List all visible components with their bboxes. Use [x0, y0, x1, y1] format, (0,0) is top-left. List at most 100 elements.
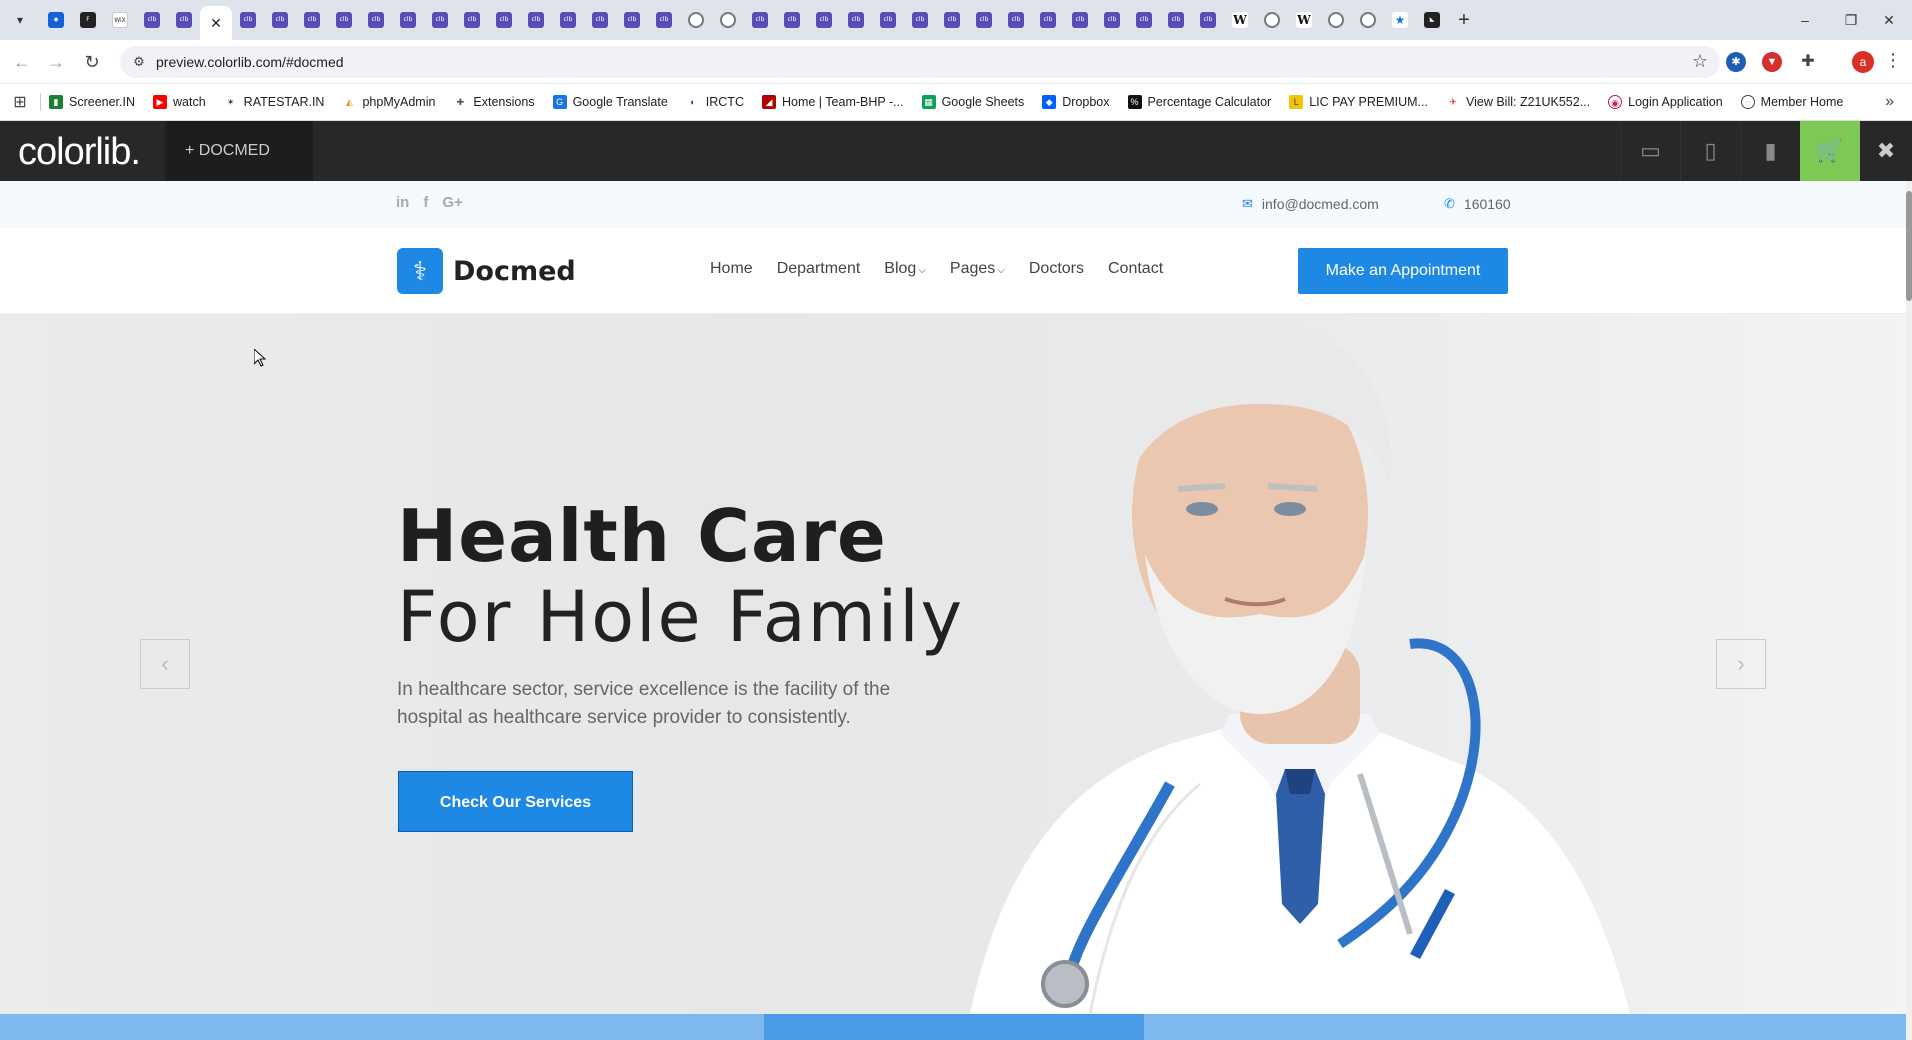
extensions-puzzle-icon[interactable]: ✚	[1798, 52, 1818, 72]
tab[interactable]: clb	[168, 6, 200, 34]
tab[interactable]: clb	[456, 6, 488, 34]
new-tab-button[interactable]: +	[1448, 6, 1480, 34]
tab[interactable]	[1352, 6, 1384, 34]
nav-doctors[interactable]: Doctors	[1029, 260, 1084, 278]
nav-pages[interactable]: Pages ⌵	[950, 260, 1005, 278]
tab[interactable]	[1320, 6, 1352, 34]
site-info-icon[interactable]: ⚙	[130, 53, 148, 71]
tab[interactable]: WiX	[104, 6, 136, 34]
bookmark-irctc[interactable]: ◐ IRCTC	[685, 95, 744, 109]
tab[interactable]	[1256, 6, 1288, 34]
tab[interactable]: ◆	[40, 6, 72, 34]
bookmarks-overflow-icon[interactable]: »	[1885, 93, 1894, 111]
tab[interactable]: clb	[648, 6, 680, 34]
back-icon[interactable]: ←	[10, 50, 34, 74]
apps-grid-icon[interactable]: ⊞	[0, 92, 40, 112]
tablet-view-icon[interactable]: ▯	[1680, 121, 1740, 181]
url-text[interactable]: preview.colorlib.com/#docmed	[156, 54, 344, 70]
tab[interactable]: clb	[328, 6, 360, 34]
mobile-view-icon[interactable]: ▮	[1740, 121, 1800, 181]
tab[interactable]: clb	[584, 6, 616, 34]
bookmark-google-sheets[interactable]: ▦ Google Sheets	[921, 95, 1024, 109]
bookmark-lic[interactable]: L LIC PAY PREMIUM...	[1289, 95, 1428, 109]
bookmark-dropbox[interactable]: ◆ Dropbox	[1042, 95, 1110, 109]
brand-name[interactable]: Docmed	[453, 256, 576, 287]
bookmark-google-translate[interactable]: G Google Translate	[552, 95, 668, 109]
tab[interactable]: clb	[1064, 6, 1096, 34]
adblock-icon[interactable]: ▼	[1762, 52, 1782, 72]
bookmark-percentage-calculator[interactable]: % Percentage Calculator	[1127, 95, 1271, 109]
bookmark-team-bhp[interactable]: ◢ Home | Team-BHP -...	[761, 95, 904, 109]
tab[interactable]: F	[72, 6, 104, 34]
extension-icon[interactable]: ✱	[1726, 52, 1746, 72]
tab[interactable]: clb	[1096, 6, 1128, 34]
bookmark-star-icon[interactable]: ☆	[1692, 51, 1708, 72]
make-appointment-button[interactable]: Make an Appointment	[1298, 248, 1508, 294]
tab[interactable]: clb	[136, 6, 168, 34]
caduceus-logo-icon[interactable]: ⚕	[397, 248, 443, 294]
tab[interactable]: clb	[296, 6, 328, 34]
bookmark-ratestar[interactable]: ✶ RATESTAR.IN	[223, 95, 324, 109]
tab[interactable]: clb	[1192, 6, 1224, 34]
tab[interactable]: clb	[1128, 6, 1160, 34]
theme-selector[interactable]: + DOCMED	[165, 121, 313, 181]
scrollbar-thumb[interactable]	[1906, 191, 1912, 301]
bookmark-extensions[interactable]: ✚ Extensions	[453, 95, 535, 109]
tab-search-icon[interactable]: ▾	[10, 10, 30, 30]
phone-contact[interactable]: ✆ 160160	[1444, 196, 1511, 212]
minimize-button[interactable]: –	[1782, 0, 1828, 40]
bookmark-watch[interactable]: ▶ watch	[153, 95, 206, 109]
close-preview-icon[interactable]: ✖	[1860, 121, 1912, 181]
tab[interactable]: W	[1288, 6, 1320, 34]
tab[interactable]: clb	[904, 6, 936, 34]
tab[interactable]: clb	[936, 6, 968, 34]
tab[interactable]: clb	[840, 6, 872, 34]
tab[interactable]: clb	[552, 6, 584, 34]
nav-blog[interactable]: Blog ⌵	[884, 260, 926, 278]
bookmark-phpmyadmin[interactable]: ◭ phpMyAdmin	[342, 95, 435, 109]
tab[interactable]: W	[1224, 6, 1256, 34]
tab[interactable]: clb	[488, 6, 520, 34]
tab[interactable]: clb	[232, 6, 264, 34]
tab[interactable]: clb	[360, 6, 392, 34]
tab[interactable]	[712, 6, 744, 34]
tab[interactable]: ★	[1384, 6, 1416, 34]
tab[interactable]: clb	[392, 6, 424, 34]
tab[interactable]: clb	[1160, 6, 1192, 34]
browser-menu-icon[interactable]: ⋮	[1884, 50, 1902, 71]
nav-contact[interactable]: Contact	[1108, 260, 1163, 278]
linkedin-icon[interactable]: in	[396, 194, 409, 211]
tab[interactable]: clb	[264, 6, 296, 34]
desktop-view-icon[interactable]: ▭	[1620, 121, 1680, 181]
facebook-icon[interactable]: f	[423, 194, 428, 211]
address-bar[interactable]: ⚙ preview.colorlib.com/#docmed ☆	[120, 46, 1720, 78]
email-contact[interactable]: ✉ info@docmed.com	[1242, 196, 1379, 212]
nav-home[interactable]: Home	[710, 260, 753, 278]
tab[interactable]	[680, 6, 712, 34]
nav-department[interactable]: Department	[777, 260, 861, 278]
close-window-button[interactable]: ✕	[1866, 0, 1912, 40]
tab[interactable]: clb	[968, 6, 1000, 34]
tab[interactable]: clb	[616, 6, 648, 34]
tab[interactable]: clb	[1032, 6, 1064, 34]
tab[interactable]: clb	[744, 6, 776, 34]
tab[interactable]: clb	[424, 6, 456, 34]
profile-avatar[interactable]: a	[1852, 51, 1874, 73]
forward-icon[interactable]: →	[44, 50, 68, 74]
close-tab-icon[interactable]: ✕	[210, 15, 222, 32]
prev-slide-button[interactable]: ‹	[140, 639, 190, 689]
active-tab[interactable]: ✕	[200, 6, 232, 40]
bookmark-login-application[interactable]: ◉ Login Application	[1608, 95, 1723, 109]
colorlib-logo[interactable]: colorlib.	[18, 131, 141, 174]
tab[interactable]: clb	[872, 6, 904, 34]
bookmark-member-home[interactable]: ◌ Member Home	[1740, 95, 1843, 109]
page-scrollbar[interactable]	[1906, 181, 1912, 1040]
google-plus-icon[interactable]: G+	[442, 194, 462, 211]
tab[interactable]: ◣	[1416, 6, 1448, 34]
bookmark-view-bill[interactable]: ✈ View Bill: Z21UK552...	[1445, 95, 1590, 109]
bookmark-screener[interactable]: ▮ Screener.IN	[49, 95, 135, 109]
next-slide-button[interactable]: ›	[1716, 639, 1766, 689]
reload-icon[interactable]: ↻	[80, 50, 104, 74]
check-services-button[interactable]: Check Our Services	[398, 771, 633, 832]
tab[interactable]: clb	[1000, 6, 1032, 34]
